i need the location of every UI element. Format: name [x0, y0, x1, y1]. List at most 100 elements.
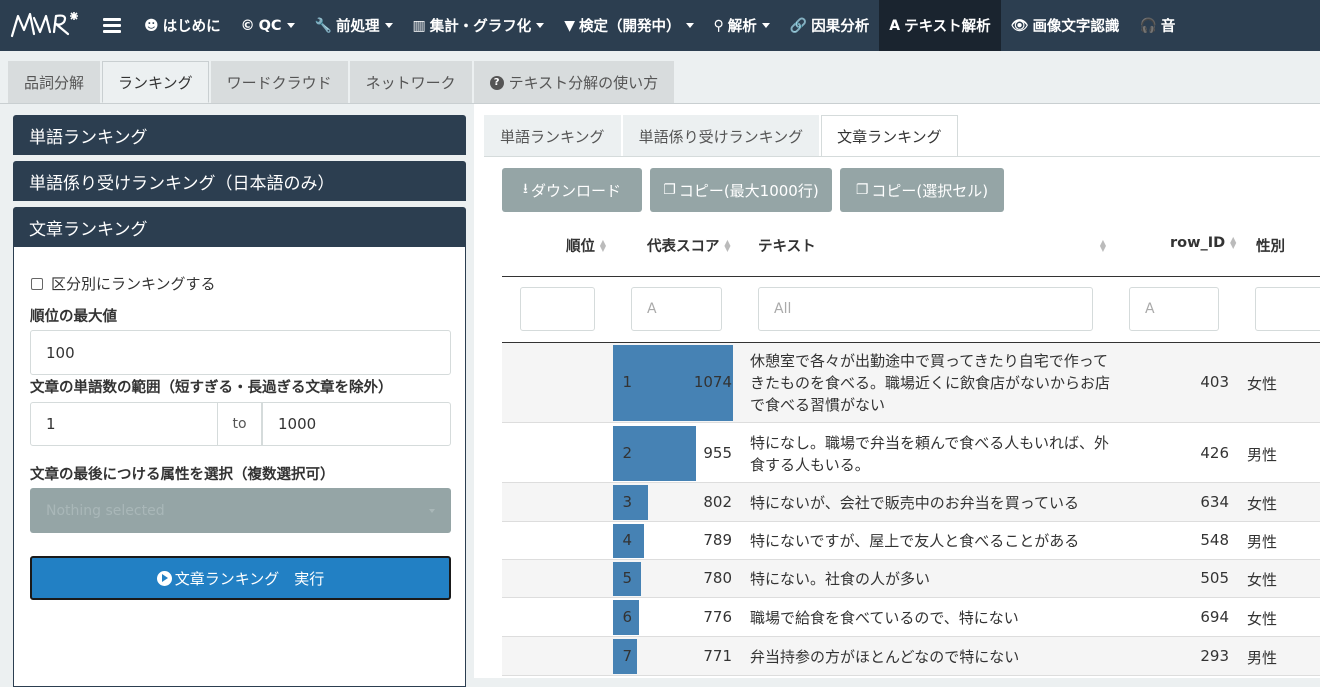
column-score-label: 代表スコア	[647, 239, 720, 255]
sort-icon: ▲ ▼	[1099, 237, 1107, 253]
nav-item-label: 画像文字認識	[1032, 19, 1120, 35]
score-cell: 771	[703, 647, 732, 665]
run-button-label: 文章ランキング 実行	[174, 569, 325, 588]
copyright-icon: ©	[240, 17, 255, 34]
rank-cell: 3	[622, 493, 632, 511]
by-group-checkbox[interactable]	[31, 277, 43, 290]
column-sex-label: 性別	[1256, 239, 1285, 255]
headphones-icon: 🎧	[1139, 17, 1157, 34]
attribute-select[interactable]: Nothing selected	[30, 488, 451, 533]
result-tabs: 単語ランキング 単語係り受けランキング 文章ランキング	[484, 115, 960, 157]
nav-item-3[interactable]: ▥ 集計・グラフ化	[403, 0, 555, 51]
rank-cell: 2	[622, 444, 632, 462]
nav-item-6[interactable]: 🔗 因果分析	[780, 0, 879, 51]
score-cell: 1074	[693, 373, 732, 391]
attribute-select-placeholder: Nothing selected	[46, 502, 165, 519]
tab-network[interactable]: ネットワーク	[349, 61, 472, 103]
copy-max-button[interactable]: ❐ コピー(最大1000行)	[650, 168, 832, 212]
nav-item-8[interactable]: 👁 画像文字認識	[1001, 0, 1130, 51]
score-cell: 802	[703, 493, 732, 511]
nav-item-4[interactable]: ▼ 検定（開発中）	[554, 0, 703, 51]
accordion-sentence-ranking[interactable]: 文章ランキング	[13, 207, 466, 247]
filter-rank-input[interactable]	[520, 287, 595, 331]
table-row[interactable]: 5 780 特にない。社食の人が多い 505 女性	[502, 560, 1320, 598]
link-icon: 🔗	[789, 17, 808, 34]
tab-pos-analysis[interactable]: 品詞分解	[8, 61, 101, 103]
copy-icon: ❐	[855, 182, 869, 198]
table-row[interactable]: 3 802 特にないが、会社で販売中のお弁当を買っている 634 女性	[502, 483, 1320, 522]
sex-cell: 女性	[1247, 610, 1278, 628]
by-group-checkbox-row[interactable]: 区分別にランキングする	[31, 273, 216, 294]
text-cell: 休憩室で各々が出勤途中で買ってきたり自宅で作ってきたものを食べる。職場近くに飲食…	[750, 352, 1111, 414]
sex-cell: 女性	[1247, 375, 1278, 393]
filter-row-id-input[interactable]: A	[1129, 287, 1219, 331]
question-circle-icon: ?	[489, 75, 504, 90]
sex-cell: 男性	[1247, 533, 1278, 551]
subtab-dependency-ranking[interactable]: 単語係り受けランキング	[622, 115, 820, 157]
copy-selected-button[interactable]: ❐ コピー(選択セル)	[840, 168, 1004, 212]
accordion-word-ranking[interactable]: 単語ランキング	[13, 115, 466, 155]
nav-item-label: QC	[258, 17, 282, 34]
row-id-cell: 426	[1200, 444, 1229, 462]
range-to-addon: to	[217, 402, 262, 446]
table-row[interactable]: 7 771 弁当持参の方がほとんどなので特にない 293 男性	[502, 637, 1320, 676]
header-rule	[502, 276, 1320, 277]
caret-down-icon	[685, 23, 694, 28]
column-header-sex[interactable]: 性別	[1256, 235, 1285, 256]
table-row[interactable]: 4 789 特にないですが、屋上で友人と食べることがある 548 男性	[502, 522, 1320, 560]
nav-item-5[interactable]: ⚲ 解析	[704, 0, 780, 51]
play-circle-icon	[156, 570, 172, 586]
font-icon: A	[889, 17, 901, 34]
column-header-score[interactable]: 代表スコア ▲ ▼	[647, 235, 732, 256]
table-row[interactable]: 6 776 職場で給食を食べているので、特にない 694 女性	[502, 598, 1320, 637]
sex-cell: 男性	[1247, 446, 1278, 464]
nav-item-label: 因果分析	[811, 19, 870, 35]
rank-cell: 6	[622, 608, 632, 626]
filter-sex-input[interactable]	[1255, 287, 1320, 331]
row-id-cell: 403	[1200, 373, 1229, 391]
nav-item-9[interactable]: 🎧 音	[1129, 0, 1185, 51]
tab-ranking[interactable]: ランキング	[102, 61, 209, 103]
app-logo[interactable]	[0, 0, 90, 51]
nav-item-2[interactable]: 🔧 前処理	[305, 0, 403, 51]
download-button[interactable]: ⭳ ダウンロード	[502, 168, 642, 212]
nav-item-1[interactable]: © QC	[231, 0, 305, 51]
tab-wordcloud[interactable]: ワードクラウド	[210, 61, 348, 103]
rank-cell: 1	[622, 373, 632, 391]
column-header-row-id[interactable]: row_ID ▲ ▼	[1170, 235, 1237, 251]
accordion-dependency-ranking[interactable]: 単語係り受けランキング（日本語のみ）	[13, 161, 466, 201]
nav-item-label: 音	[1160, 19, 1176, 35]
nav-item-0[interactable]: ☻ はじめに	[134, 0, 231, 51]
wrench-icon: 🔧	[314, 17, 333, 34]
max-rank-input[interactable]: 100	[30, 330, 451, 375]
search-icon: ⚲	[713, 17, 724, 34]
menu-toggle-button[interactable]	[90, 0, 134, 51]
subtab-word-ranking[interactable]: 単語ランキング	[484, 115, 621, 157]
range-max-input[interactable]: 1000	[262, 402, 451, 446]
sort-icon: ▲ ▼	[724, 237, 731, 253]
column-header-text[interactable]: テキスト ▲ ▼	[758, 235, 1107, 256]
column-rank-label: 順位	[566, 239, 595, 255]
range-min-input[interactable]: 1	[30, 402, 218, 446]
subtab-sentence-ranking[interactable]: 文章ランキング	[821, 115, 958, 157]
sex-cell: 男性	[1247, 649, 1278, 667]
row-id-cell: 634	[1200, 493, 1229, 511]
sex-cell: 女性	[1247, 571, 1278, 589]
nav-item-7[interactable]: A テキスト解析	[879, 0, 1001, 51]
table-row[interactable]: 1 1074 休憩室で各々が出勤途中で買ってきたり自宅で作ってきたものを食べる。職場…	[502, 343, 1320, 423]
run-sentence-ranking-button[interactable]: 文章ランキング 実行	[30, 556, 451, 600]
score-cell: 776	[703, 608, 732, 626]
score-cell: 789	[703, 531, 732, 549]
text-cell: 特にないが、会社で販売中のお弁当を買っている	[750, 494, 1079, 512]
chevron-down-icon	[429, 508, 435, 513]
tab-howto[interactable]: ? テキスト分解の使い方	[473, 61, 675, 103]
nav-item-label: 集計・グラフ化	[429, 19, 532, 35]
nav-item-label: 解析	[727, 19, 757, 35]
nav-item-label: テキスト解析	[904, 19, 991, 35]
filter-score-input[interactable]: A	[631, 287, 722, 331]
text-cell: 特になし。職場で弁当を頼んで食べる人もいれば、外食する人もいる。	[750, 434, 1109, 474]
column-header-rank[interactable]: 順位 ▲ ▼	[566, 235, 607, 256]
filter-text-input[interactable]: All	[758, 287, 1093, 331]
table-row[interactable]: 2 955 特になし。職場で弁当を頼んで食べる人もいれば、外食する人もいる。 426 男…	[502, 424, 1320, 483]
rank-cell: 7	[622, 647, 632, 665]
